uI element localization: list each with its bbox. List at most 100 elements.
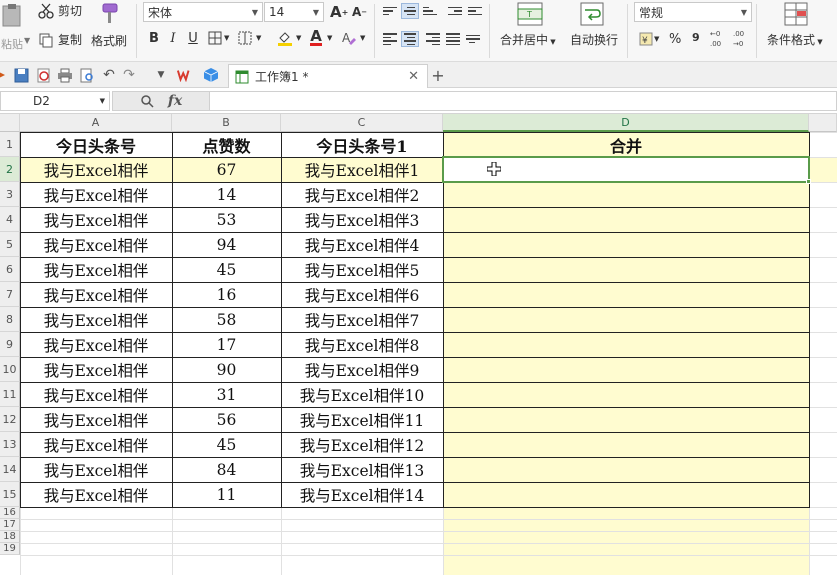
table-cell[interactable] (443, 382, 809, 407)
chevron-down-icon[interactable]: ▼ (360, 34, 365, 42)
merge-center-label[interactable]: 合并居中 ▼ (500, 31, 556, 48)
table-cell[interactable]: 我与Excel相伴6 (281, 282, 443, 307)
conditional-format-button[interactable] (784, 2, 808, 26)
print-button[interactable] (57, 67, 73, 83)
table-cell[interactable]: 56 (172, 407, 281, 432)
clear-format-button[interactable]: A (340, 29, 358, 47)
decimal-increase-button[interactable]: ←0.00 (710, 28, 726, 48)
table-cell[interactable]: 我与Excel相伴10 (281, 382, 443, 407)
app-menu-icon[interactable] (0, 67, 12, 83)
table-cell[interactable]: 17 (172, 332, 281, 357)
table-cell[interactable]: 我与Excel相伴14 (281, 482, 443, 507)
table-cell[interactable]: 我与Excel相伴 (20, 482, 172, 507)
table-cell[interactable]: 我与Excel相伴 (20, 307, 172, 332)
table-cell[interactable] (443, 432, 809, 457)
close-tab-icon[interactable]: ✕ (408, 69, 419, 84)
bold-button[interactable]: B (145, 29, 163, 47)
table-cell[interactable] (443, 457, 809, 482)
cloud-box-button[interactable] (203, 67, 219, 83)
chevron-down-icon[interactable]: ▼ (296, 34, 301, 42)
table-cell[interactable]: 我与Excel相伴3 (281, 207, 443, 232)
row-header-9[interactable]: 9 (0, 332, 20, 357)
format-painter-button[interactable]: 格式刷 (88, 2, 130, 54)
wrap-text-button[interactable] (580, 2, 604, 26)
table-cell[interactable]: 我与Excel相伴 (20, 382, 172, 407)
fill-color-button[interactable] (276, 29, 294, 47)
row-header-17[interactable]: 17 (0, 519, 20, 531)
header-cell[interactable]: 今日头条号1 (281, 132, 443, 157)
wrap-text-label[interactable]: 自动换行 (570, 31, 618, 48)
row-header-8[interactable]: 8 (0, 307, 20, 332)
table-cell[interactable]: 84 (172, 457, 281, 482)
row-header-15[interactable]: 15 (0, 482, 20, 507)
undo-button[interactable]: ↶ (101, 67, 117, 83)
row-header-12[interactable]: 12 (0, 407, 20, 432)
table-cell[interactable]: 45 (172, 257, 281, 282)
row-header-3[interactable]: 3 (0, 182, 20, 207)
paste-button[interactable]: 粘贴 (0, 2, 28, 54)
cell-style-button[interactable] (236, 29, 254, 47)
export-pdf-button[interactable] (35, 67, 51, 83)
table-cell[interactable]: 14 (172, 182, 281, 207)
table-cell[interactable] (443, 182, 809, 207)
row-header-1[interactable]: 1 (0, 132, 20, 157)
fill-handle[interactable] (806, 179, 811, 184)
indent-increase-button[interactable] (466, 3, 484, 19)
table-cell[interactable]: 我与Excel相伴 (20, 332, 172, 357)
table-cell[interactable]: 我与Excel相伴2 (281, 182, 443, 207)
column-header-d[interactable]: D (443, 114, 809, 132)
print-preview-button[interactable] (79, 67, 95, 83)
table-cell[interactable]: 我与Excel相伴 (20, 182, 172, 207)
column-header-c[interactable]: C (281, 114, 443, 132)
currency-button[interactable]: ¥ ▼ (638, 31, 659, 47)
align-bottom-button[interactable] (421, 3, 439, 19)
table-cell[interactable]: 我与Excel相伴8 (281, 332, 443, 357)
table-cell[interactable]: 53 (172, 207, 281, 232)
italic-button[interactable]: I (164, 29, 182, 47)
row-header-11[interactable]: 11 (0, 382, 20, 407)
table-cell[interactable]: 我与Excel相伴1 (281, 157, 443, 182)
row-header-14[interactable]: 14 (0, 457, 20, 482)
table-cell[interactable] (443, 407, 809, 432)
table-cell[interactable]: 我与Excel相伴 (20, 407, 172, 432)
justify-button[interactable] (444, 31, 462, 47)
insert-function-button[interactable]: fx (168, 93, 182, 109)
zoom-icon[interactable] (140, 94, 154, 108)
font-name-select[interactable]: 宋体 ▼ (143, 2, 263, 22)
row-header-2[interactable]: 2 (0, 157, 20, 182)
row-header-10[interactable]: 10 (0, 357, 20, 382)
save-button[interactable] (13, 67, 29, 83)
table-cell[interactable]: 我与Excel相伴 (20, 282, 172, 307)
table-cell[interactable]: 我与Excel相伴 (20, 357, 172, 382)
align-right-button[interactable] (424, 31, 442, 47)
doc-tab[interactable]: 工作簿1 * ✕ (228, 64, 428, 88)
font-shrink-icon[interactable]: A − (352, 5, 367, 19)
table-cell[interactable] (443, 482, 809, 507)
row-header-4[interactable]: 4 (0, 207, 20, 232)
row-header-6[interactable]: 6 (0, 257, 20, 282)
chevron-down-icon[interactable]: ▼ (256, 34, 261, 42)
chevron-down-icon[interactable]: ▼ (224, 34, 229, 42)
table-cell[interactable] (443, 207, 809, 232)
table-cell[interactable]: 16 (172, 282, 281, 307)
merge-center-button[interactable]: T (517, 2, 543, 26)
table-cell[interactable] (443, 332, 809, 357)
table-cell[interactable]: 31 (172, 382, 281, 407)
row-header-18[interactable]: 18 (0, 531, 20, 543)
new-tab-button[interactable]: + (430, 66, 446, 85)
cut-button[interactable]: 剪切 (38, 2, 82, 19)
table-cell[interactable]: 我与Excel相伴13 (281, 457, 443, 482)
align-middle-button[interactable] (401, 3, 419, 19)
table-cell[interactable] (443, 257, 809, 282)
table-cell[interactable]: 我与Excel相伴 (20, 232, 172, 257)
table-cell[interactable]: 我与Excel相伴 (20, 207, 172, 232)
table-cell[interactable]: 我与Excel相伴 (20, 432, 172, 457)
font-grow-icon[interactable]: A + (330, 3, 348, 21)
align-center-button[interactable] (401, 31, 419, 47)
underline-button[interactable]: U (184, 29, 202, 47)
copy-button[interactable]: 复制 (38, 31, 82, 48)
decimal-decrease-button[interactable]: .00 →0 (733, 28, 749, 48)
table-cell[interactable]: 90 (172, 357, 281, 382)
table-cell[interactable]: 我与Excel相伴 (20, 257, 172, 282)
table-cell[interactable]: 我与Excel相伴4 (281, 232, 443, 257)
